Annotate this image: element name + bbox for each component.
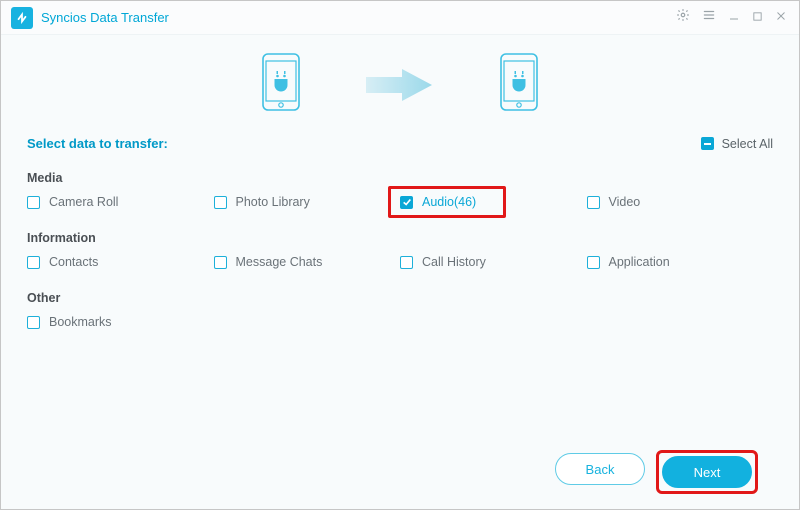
title-left: Syncios Data Transfer xyxy=(11,7,169,29)
next-button-wrap: Next xyxy=(659,453,755,491)
minimize-icon[interactable] xyxy=(728,9,740,27)
option-label: Message Chats xyxy=(236,255,323,269)
back-button-label: Back xyxy=(586,462,615,477)
option-label: Camera Roll xyxy=(49,195,118,209)
option-label: Application xyxy=(609,255,670,269)
media-row: Camera Roll Photo Library Audio(46) Vide… xyxy=(27,195,773,209)
option-photo-library[interactable]: Photo Library xyxy=(214,195,401,209)
other-row: Bookmarks xyxy=(27,315,773,329)
content-area: Select data to transfer: Select All Medi… xyxy=(1,35,799,509)
option-label: Call History xyxy=(422,255,486,269)
info-row: Contacts Message Chats Call History Appl… xyxy=(27,255,773,269)
option-label: Bookmarks xyxy=(49,315,112,329)
select-all-label: Select All xyxy=(722,137,773,151)
back-button[interactable]: Back xyxy=(555,453,645,485)
option-application[interactable]: Application xyxy=(587,255,774,269)
checkbox-icon xyxy=(214,256,227,269)
app-title: Syncios Data Transfer xyxy=(41,10,169,25)
next-button[interactable]: Next xyxy=(662,456,752,488)
app-logo-icon xyxy=(11,7,33,29)
option-call-history[interactable]: Call History xyxy=(400,255,587,269)
next-button-label: Next xyxy=(694,465,721,480)
gear-icon[interactable] xyxy=(676,8,690,27)
checkbox-icon xyxy=(27,316,40,329)
checkbox-icon xyxy=(27,196,40,209)
app-window: Syncios Data Transfer xyxy=(0,0,800,510)
checkbox-icon xyxy=(27,256,40,269)
group-info-label: Information xyxy=(27,231,773,245)
option-audio[interactable]: Audio(46) xyxy=(400,195,587,209)
option-video[interactable]: Video xyxy=(587,195,774,209)
close-icon[interactable] xyxy=(775,9,787,27)
maximize-icon[interactable] xyxy=(752,9,763,27)
footer: Back Next xyxy=(27,453,773,509)
checkbox-icon xyxy=(587,196,600,209)
devices-row xyxy=(27,45,773,130)
option-label: Video xyxy=(609,195,641,209)
option-label: Contacts xyxy=(49,255,98,269)
prompt-text: Select data to transfer: xyxy=(27,136,168,151)
option-label: Audio(46) xyxy=(422,195,476,209)
target-phone-icon xyxy=(500,53,538,116)
option-camera-roll[interactable]: Camera Roll xyxy=(27,195,214,209)
option-contacts[interactable]: Contacts xyxy=(27,255,214,269)
checkbox-icon xyxy=(214,196,227,209)
option-label: Photo Library xyxy=(236,195,310,209)
option-message-chats[interactable]: Message Chats xyxy=(214,255,401,269)
checkbox-icon xyxy=(587,256,600,269)
prompt-row: Select data to transfer: Select All xyxy=(27,130,773,165)
menu-icon[interactable] xyxy=(702,8,716,27)
group-media-label: Media xyxy=(27,171,773,185)
checkbox-icon xyxy=(400,256,413,269)
option-bookmarks[interactable]: Bookmarks xyxy=(27,315,214,329)
select-all-toggle[interactable]: Select All xyxy=(701,137,773,151)
group-other-label: Other xyxy=(27,291,773,305)
window-controls xyxy=(676,8,787,27)
source-phone-icon xyxy=(262,53,300,116)
titlebar: Syncios Data Transfer xyxy=(1,1,799,35)
transfer-arrow-icon xyxy=(360,65,440,105)
select-all-checkbox-icon xyxy=(701,137,714,150)
checkbox-icon xyxy=(400,196,413,209)
